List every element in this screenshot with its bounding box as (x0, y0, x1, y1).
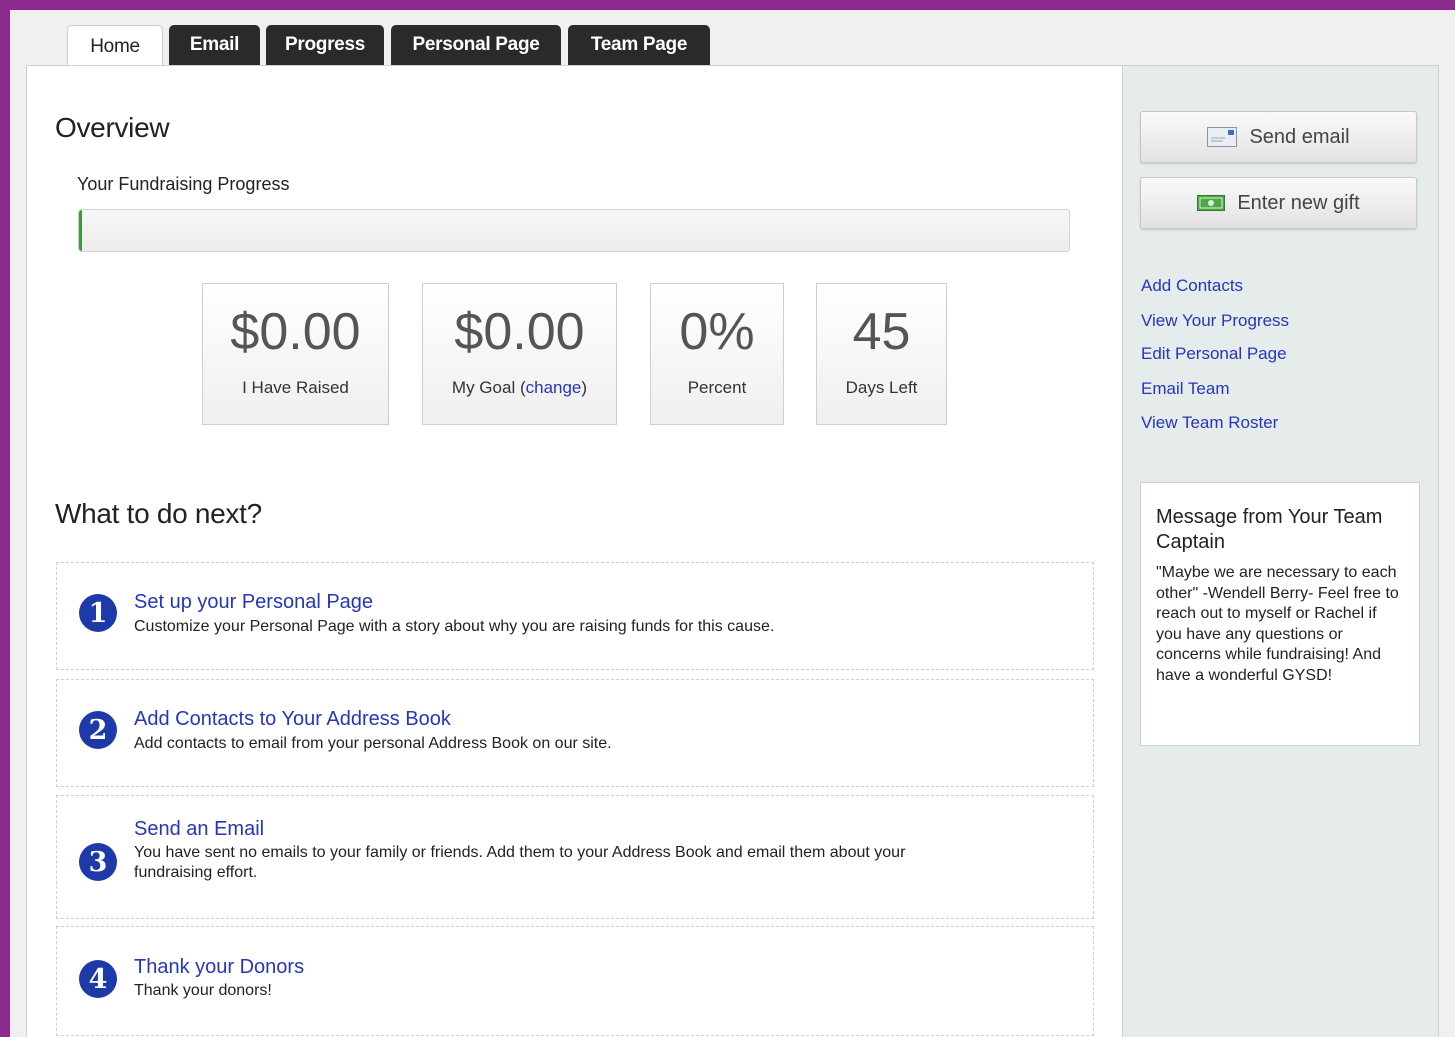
percent-value: 0% (679, 303, 755, 361)
step-send-email: 3 Send an Email You have sent no emails … (56, 795, 1094, 919)
step-number-1-icon: 1 (79, 594, 117, 632)
fundraising-progress-bar (78, 209, 1070, 252)
edit-personal-page-link[interactable]: Edit Personal Page (1141, 344, 1287, 364)
goal-label-prefix: My Goal ( (451, 378, 526, 397)
step-2-description: Add contacts to email from your personal… (134, 735, 612, 752)
team-captain-message: Message from Your Team Captain "Maybe we… (1140, 482, 1420, 746)
enter-new-gift-label: Enter new gift (1237, 191, 1360, 214)
envelope-icon (1207, 127, 1238, 147)
step-3-link[interactable]: Send an Email (134, 818, 264, 841)
raised-label: I Have Raised (242, 378, 349, 397)
message-body: "Maybe we are necessary to each other" -… (1156, 564, 1399, 684)
main-panel: Overview Your Fundraising Progress $0.00… (26, 65, 1123, 1037)
message-title: Message from Your Team Captain (1156, 506, 1383, 553)
enter-new-gift-button[interactable]: Enter new gift (1140, 177, 1417, 229)
next-steps-title: What to do next? (55, 498, 262, 529)
step-4-description: Thank your donors! (134, 982, 272, 999)
step-thank-donors: 4 Thank your Donors Thank your donors! (56, 926, 1094, 1036)
goal-label: My Goal (change) (423, 378, 616, 398)
view-team-roster-link[interactable]: View Team Roster (1141, 413, 1278, 433)
step-1-description: Customize your Personal Page with a stor… (134, 618, 775, 635)
sidebar: Send email Enter new gift Add Contacts V… (1123, 65, 1439, 1037)
step-add-contacts: 2 Add Contacts to Your Address Book Add … (56, 679, 1094, 787)
stat-percent: 0% Percent (650, 283, 784, 425)
email-team-link[interactable]: Email Team (1141, 379, 1230, 399)
tab-team-page[interactable]: Team Page (568, 25, 710, 65)
add-contacts-link[interactable]: Add Contacts (1141, 276, 1243, 296)
tab-progress[interactable]: Progress (266, 25, 384, 65)
send-email-label: Send email (1249, 125, 1350, 148)
raised-value: $0.00 (230, 303, 361, 361)
tab-home[interactable]: Home (67, 25, 163, 67)
tab-personal-page[interactable]: Personal Page (391, 25, 561, 65)
days-left-value: 45 (852, 303, 911, 361)
step-number-3-icon: 3 (79, 843, 117, 881)
days-left-label: Days Left (845, 378, 918, 397)
goal-value: $0.00 (454, 303, 585, 361)
overview-title: Overview (55, 112, 170, 143)
progress-label: Your Fundraising Progress (77, 174, 290, 194)
step-2-link[interactable]: Add Contacts to Your Address Book (134, 708, 451, 731)
change-goal-link[interactable]: change (526, 378, 582, 397)
goal-label-suffix: ) (581, 378, 588, 397)
app-canvas: Home Email Progress Personal Page Team P… (10, 10, 1455, 1037)
step-number-4-icon: 4 (79, 960, 117, 998)
tab-email[interactable]: Email (169, 25, 260, 65)
step-4-link[interactable]: Thank your Donors (134, 956, 304, 979)
step-number-2-icon: 2 (79, 711, 117, 749)
stat-days-left: 45 Days Left (816, 283, 947, 425)
step-1-link[interactable]: Set up your Personal Page (134, 591, 373, 614)
percent-label: Percent (687, 378, 747, 397)
stat-goal: $0.00 My Goal (change) (422, 283, 617, 425)
money-icon (1197, 195, 1226, 211)
step-3-description: You have sent no emails to your family o… (134, 844, 906, 881)
step-personal-page: 1 Set up your Personal Page Customize yo… (56, 562, 1094, 670)
stat-raised: $0.00 I Have Raised (202, 283, 389, 425)
progress-bar-fill (79, 210, 82, 251)
view-your-progress-link[interactable]: View Your Progress (1141, 311, 1289, 331)
send-email-button[interactable]: Send email (1140, 111, 1417, 163)
